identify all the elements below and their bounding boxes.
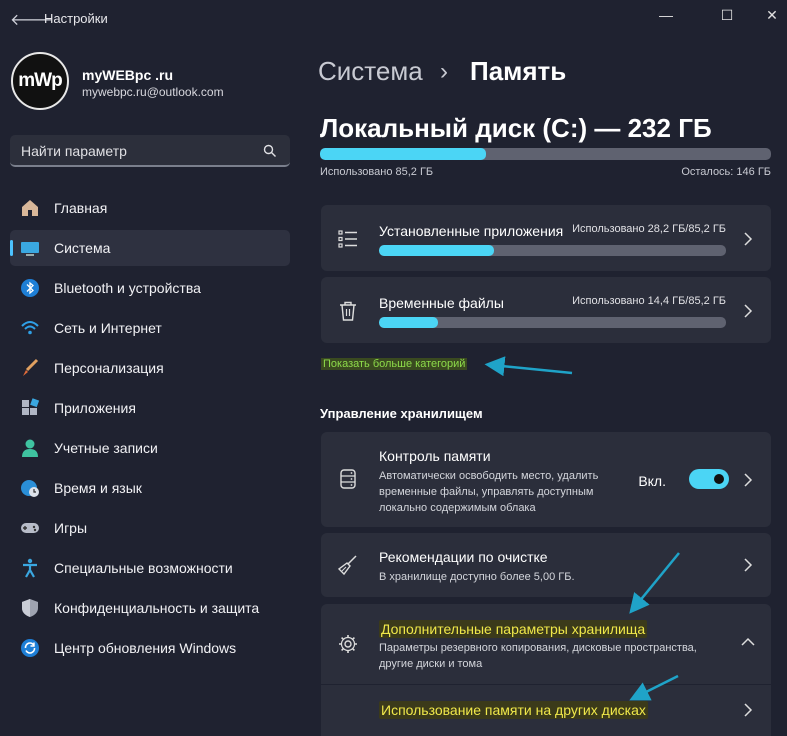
storage-sense-desc-1: Автоматически освободить место, удалить (379, 470, 599, 482)
annotation-arrow (484, 356, 573, 377)
disk-used-label: Использовано 85,2 ГБ (320, 166, 434, 178)
toggle-knob (714, 474, 724, 484)
apps-icon (22, 398, 40, 415)
sidebar-item-label: Время и язык (54, 480, 142, 496)
user-email: mywebpc.ru@outlook.com (82, 85, 224, 99)
search-placeholder: Найти параметр (21, 143, 127, 159)
section-title: Управление хранилищем (320, 406, 483, 421)
category-usage-bar (379, 317, 726, 328)
home-icon (22, 200, 38, 216)
sidebar-item-home[interactable]: Главная (10, 190, 290, 226)
sidebar-item-accounts[interactable]: Учетные записи (10, 430, 290, 466)
disk-free-label: Осталось: 146 ГБ (681, 166, 771, 178)
storage-sense-toggle[interactable] (689, 469, 729, 489)
category-usage: Использовано 28,2 ГБ/85,2 ГБ (572, 223, 726, 235)
chevron-up-icon (741, 637, 755, 646)
category-card-apps[interactable]: Установленные приложения Использовано 28… (321, 205, 771, 271)
sidebar-item-accessibility[interactable]: Специальные возможности (10, 550, 290, 586)
maximize-button[interactable]: ☐ (712, 4, 742, 26)
sidebar-item-label: Игры (54, 520, 88, 536)
storage-sense-title: Контроль памяти (379, 448, 491, 464)
cleanup-recommendations-card[interactable]: Рекомендации по очистке В хранилище дост… (321, 533, 771, 597)
storage-sense-desc-2: временные файлы, управлять доступным (379, 486, 594, 498)
user-name: myWEBpc .ru (82, 67, 174, 83)
sidebar-item-network[interactable]: Сеть и Интернет (10, 310, 290, 346)
account-icon (22, 439, 38, 457)
accessibility-icon (23, 558, 37, 578)
show-more-categories-link[interactable]: Показать больше категорий (321, 358, 468, 370)
storage-sense-desc-3: локально содержимым облака (379, 502, 536, 514)
window-title: Настройки (44, 11, 108, 26)
sidebar-item-privacy[interactable]: Конфиденциальность и защита (10, 590, 290, 626)
sidebar-item-label: Конфиденциальность и защита (54, 600, 260, 616)
gear-icon (339, 635, 357, 653)
chevron-right-icon (744, 232, 753, 246)
cleanup-title: Рекомендации по очистке (379, 549, 548, 565)
advanced-storage-desc-1: Параметры резервного копирования, дисков… (379, 642, 697, 654)
shield-icon (22, 599, 38, 617)
sidebar-item-label: Приложения (54, 400, 136, 416)
system-icon (21, 242, 39, 256)
category-title: Временные файлы (379, 295, 504, 311)
sidebar-item-time-language[interactable]: Время и язык (10, 470, 290, 506)
list-icon (338, 230, 357, 248)
storage-drive-icon (340, 469, 356, 489)
sidebar-item-label: Bluetooth и устройства (54, 280, 201, 296)
globe-clock-icon (21, 480, 39, 497)
chevron-right-icon (744, 473, 753, 487)
other-disks-item[interactable]: Использование памяти на других дисках (321, 685, 771, 736)
gamepad-icon (21, 523, 39, 533)
minimize-button[interactable]: — (651, 4, 681, 26)
page-title: Память (470, 56, 567, 86)
category-usage: Использовано 14,4 ГБ/85,2 ГБ (572, 295, 726, 307)
disk-usage-bar-fill (320, 148, 486, 160)
search-icon[interactable] (263, 144, 277, 158)
category-usage-bar (379, 245, 726, 256)
other-disks-title-text: Использование памяти на других дисках (379, 701, 648, 719)
category-card-temp-files[interactable]: Временные файлы Использовано 14,4 ГБ/85,… (321, 277, 771, 343)
storage-sense-card[interactable]: Контроль памяти Автоматически освободить… (321, 432, 771, 527)
sidebar-item-label: Центр обновления Windows (54, 640, 237, 656)
bluetooth-icon (21, 279, 39, 297)
sidebar-item-apps[interactable]: Приложения (10, 390, 290, 426)
sidebar-item-bluetooth[interactable]: Bluetooth и устройства (10, 270, 290, 306)
chevron-right-icon (744, 304, 753, 318)
sidebar-item-system[interactable]: Система (10, 230, 290, 266)
category-usage-bar-fill (379, 245, 494, 256)
sidebar-item-label: Персонализация (54, 360, 164, 376)
broom-icon (337, 555, 357, 576)
sidebar-item-label: Специальные возможности (54, 560, 233, 576)
avatar[interactable]: mWp (11, 52, 69, 110)
category-usage-bar-fill (379, 317, 438, 328)
breadcrumb-parent[interactable]: Система (318, 56, 423, 87)
sidebar-item-label: Система (54, 240, 111, 256)
cleanup-desc: В хранилище доступно более 5,00 ГБ. (379, 571, 575, 583)
advanced-storage-card[interactable]: Дополнительные параметры хранилища Парам… (321, 604, 771, 684)
category-title: Установленные приложения (379, 223, 564, 239)
sidebar-item-label: Учетные записи (54, 440, 158, 456)
sidebar-item-games[interactable]: Игры (10, 510, 290, 546)
wifi-icon (21, 321, 39, 335)
chevron-right-icon (744, 558, 753, 572)
advanced-storage-desc-2: другие диски и тома (379, 658, 483, 670)
brush-icon (23, 358, 39, 376)
advanced-storage-title-text: Дополнительные параметры хранилища (379, 620, 648, 638)
update-icon (21, 639, 39, 657)
disk-usage-bar (320, 148, 771, 160)
advanced-storage-title: Дополнительные параметры хранилища (379, 620, 648, 638)
close-button[interactable]: ✕ (757, 4, 787, 26)
trash-icon (340, 301, 356, 321)
chevron-right-icon (744, 703, 753, 717)
sidebar-item-label: Главная (54, 200, 108, 216)
storage-sense-toggle-label: Вкл. (638, 473, 666, 489)
breadcrumb-separator: › (440, 58, 448, 85)
disk-title: Локальный диск (C:) — 232 ГБ (320, 113, 712, 143)
sidebar-item-personalization[interactable]: Персонализация (10, 350, 290, 386)
sidebar-item-label: Сеть и Интернет (54, 320, 162, 336)
other-disks-title: Использование памяти на других дисках (379, 701, 648, 719)
sidebar-item-windows-update[interactable]: Центр обновления Windows (10, 630, 290, 666)
